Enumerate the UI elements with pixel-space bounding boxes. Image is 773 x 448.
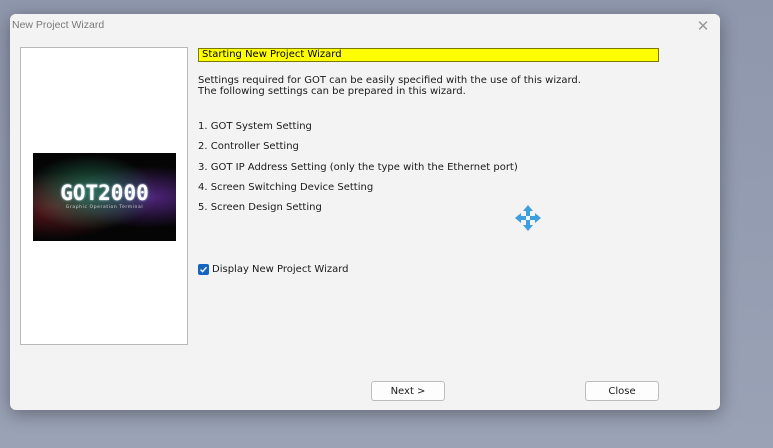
wizard-steps-list: 1. GOT System Setting 2. Controller Sett… [198,120,668,221]
close-button[interactable]: Close [585,381,659,401]
step-item: 1. GOT System Setting [198,121,312,132]
display-wizard-label: Display New Project Wizard [212,263,349,275]
logo-subtitle: Graphic Operation Terminal [65,205,144,210]
next-button[interactable]: Next > [371,381,445,401]
checkmark-icon [200,266,208,273]
move-arrows-icon [515,205,541,231]
window-title: New Project Wizard [12,19,105,31]
wizard-heading: Starting New Project Wizard [198,48,659,62]
description-line-2: The following settings can be prepared i… [198,86,466,97]
wizard-description: Settings required for GOT can be easily … [198,75,668,97]
step-item: 3. GOT IP Address Setting (only the type… [198,161,518,173]
display-wizard-checkbox[interactable] [198,263,209,275]
step-item: 4. Screen Switching Device Setting [198,181,374,193]
new-project-wizard-dialog: New Project Wizard ✕ GOT2000 Graphic Ope… [10,14,720,410]
display-wizard-checkbox-row[interactable]: Display New Project Wizard [198,262,349,276]
logo-text: GOT2000 [60,181,149,205]
window-close-icon[interactable]: ✕ [694,17,712,35]
wizard-image-panel: GOT2000 Graphic Operation Terminal [20,47,188,345]
description-line-1: Settings required for GOT can be easily … [198,75,581,86]
got2000-logo: GOT2000 Graphic Operation Terminal [33,153,176,241]
step-item: 5. Screen Design Setting [198,202,322,214]
title-bar[interactable]: New Project Wizard ✕ [10,14,720,40]
step-item: 2. Controller Setting [198,141,299,153]
